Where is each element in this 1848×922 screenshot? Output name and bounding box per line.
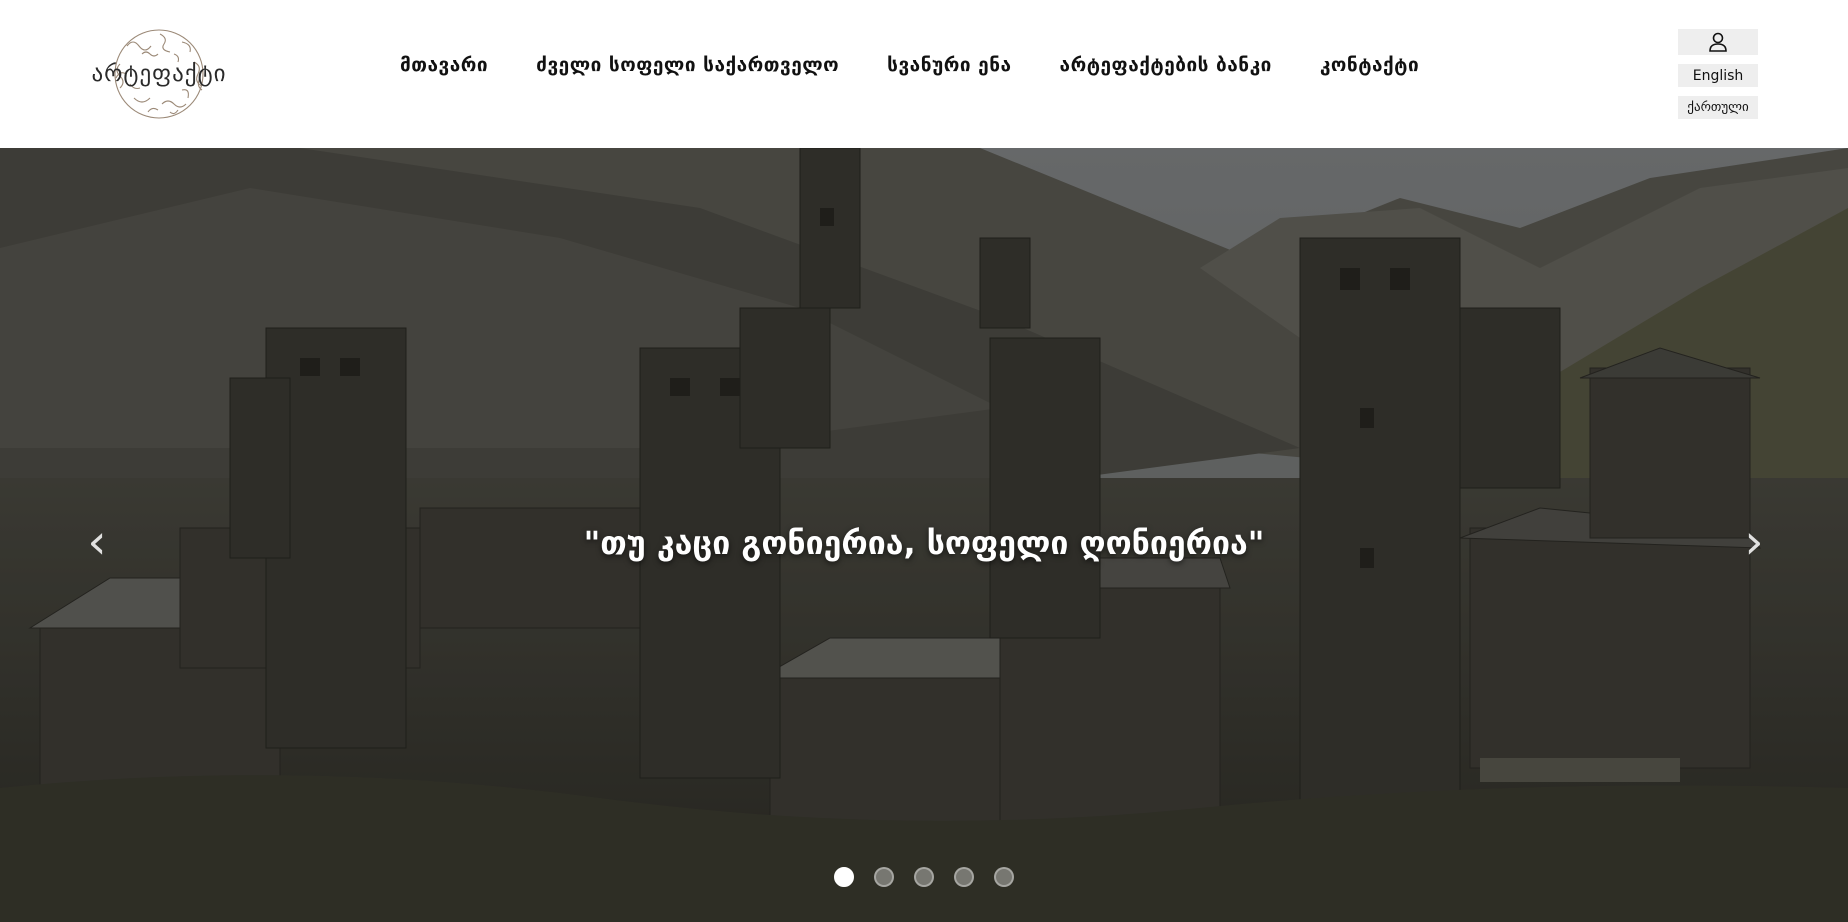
site-logo[interactable]: არტეფაქტი: [82, 24, 236, 124]
slider-dot-4[interactable]: [954, 867, 974, 887]
logo-text: არტეფაქტი: [91, 61, 227, 87]
language-english-button[interactable]: English: [1678, 64, 1758, 87]
chevron-right-icon: ›: [1744, 514, 1764, 570]
nav-item-old-village[interactable]: ძველი სოფელი საქართველო: [536, 54, 839, 76]
slider-next-button[interactable]: ›: [1732, 512, 1776, 572]
hero-slider: "თუ კაცი გონიერია, სოფელი ღონიერია" ‹ ›: [0, 148, 1848, 922]
chevron-left-icon: ‹: [87, 514, 107, 570]
slider-dot-3[interactable]: [914, 867, 934, 887]
nav-item-contact[interactable]: კონტაქტი: [1320, 54, 1419, 76]
language-georgian-button[interactable]: ქართული: [1678, 96, 1758, 119]
site-header: არტეფაქტი მთავარი ძველი სოფელი საქართველ…: [0, 0, 1848, 148]
account-button[interactable]: [1678, 29, 1758, 55]
hero-caption: "თუ კაცი გონიერია, სოფელი ღონიერია": [583, 524, 1265, 562]
slider-dots: [834, 866, 1014, 888]
slider-prev-button[interactable]: ‹: [75, 512, 119, 572]
nav-item-artifact-bank[interactable]: არტეფაქტების ბანკი: [1060, 54, 1272, 76]
nav-item-home[interactable]: მთავარი: [400, 54, 488, 76]
slider-dot-2[interactable]: [874, 867, 894, 887]
nav-item-svan-language[interactable]: სვანური ენა: [887, 54, 1011, 76]
slider-dot-5[interactable]: [994, 867, 1014, 887]
main-nav: მთავარი ძველი სოფელი საქართველო სვანური …: [400, 48, 1419, 82]
slider-dot-1[interactable]: [834, 867, 854, 887]
user-icon: [1709, 32, 1727, 52]
